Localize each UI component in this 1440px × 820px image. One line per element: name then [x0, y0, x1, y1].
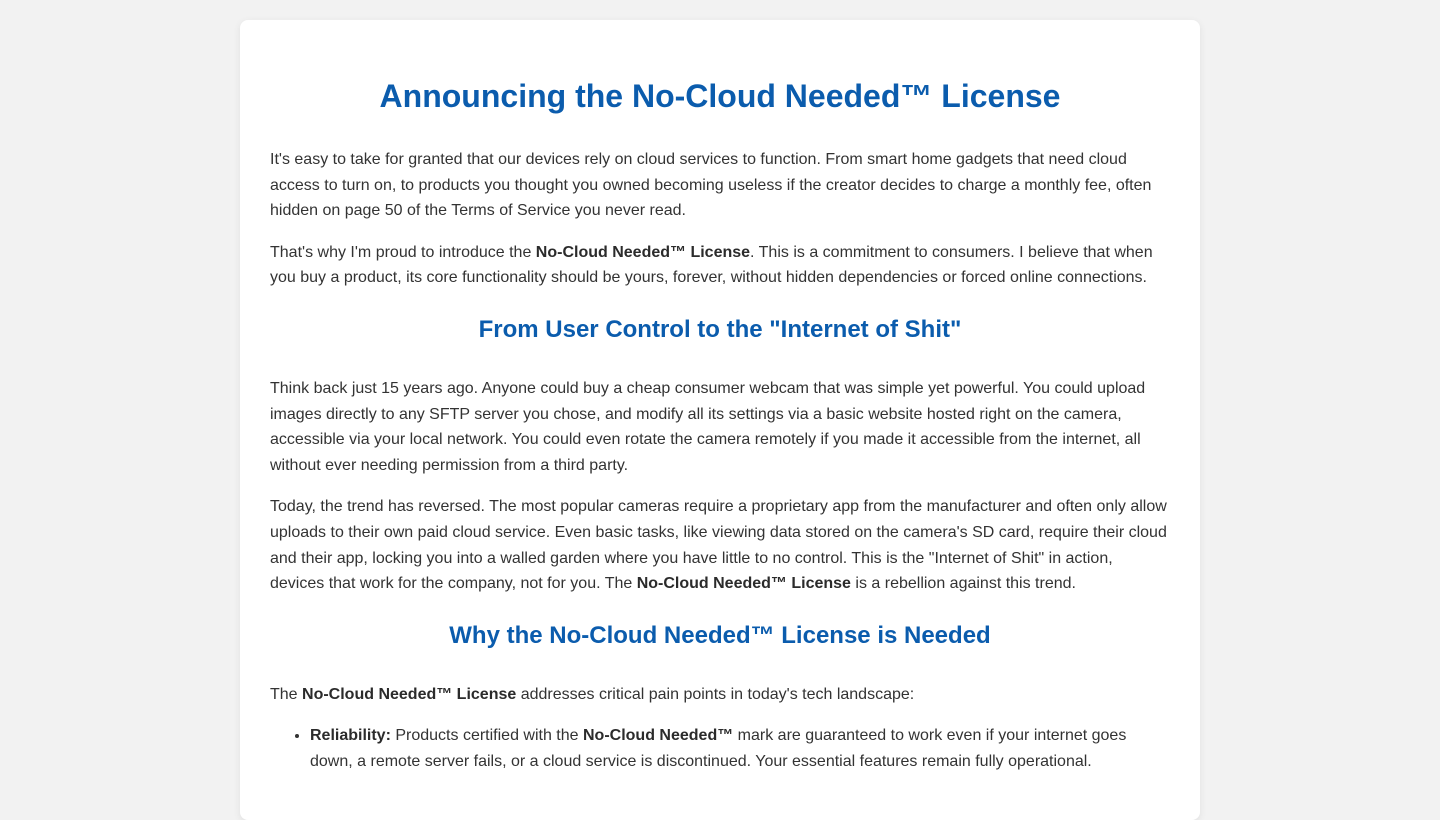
article-card: Announcing the No-Cloud Needed™ License …	[240, 20, 1200, 820]
list-item-label: Reliability:	[310, 727, 391, 745]
license-mark-bold: No-Cloud Needed™	[583, 727, 734, 745]
text-segment: is a rebellion against this trend.	[850, 575, 1076, 593]
license-name-bold: No-Cloud Needed™ License	[535, 243, 751, 261]
intro-paragraph-2: That's why I'm proud to introduce the No…	[270, 240, 1170, 291]
benefits-list: Reliability: Products certified with the…	[270, 723, 1170, 774]
section1-paragraph-1: Think back just 15 years ago. Anyone cou…	[270, 379, 1146, 474]
license-name-bold: No-Cloud Needed™ License	[636, 575, 851, 593]
page-title: Announcing the No-Cloud Needed™ License	[379, 78, 1061, 114]
section2-intro-paragraph: The No-Cloud Needed™ License addresses c…	[270, 682, 1170, 708]
section-heading-why-needed: Why the No-Cloud Needed™ License is Need…	[449, 621, 991, 649]
license-name-bold: No-Cloud Needed™ License	[302, 685, 517, 703]
intro-paragraph-1: It's easy to take for granted that our d…	[270, 151, 1152, 220]
section1-paragraph-2: Today, the trend has reversed. The most …	[270, 494, 1170, 596]
text-segment: That's why I'm proud to introduce the	[270, 243, 536, 261]
list-item: Reliability: Products certified with the…	[310, 723, 1170, 774]
text-segment: Products certified with the	[390, 727, 583, 745]
text-segment: The	[270, 685, 303, 703]
text-segment: addresses critical pain points in today'…	[516, 685, 915, 703]
section-heading-user-control: From User Control to the "Internet of Sh…	[478, 315, 962, 343]
